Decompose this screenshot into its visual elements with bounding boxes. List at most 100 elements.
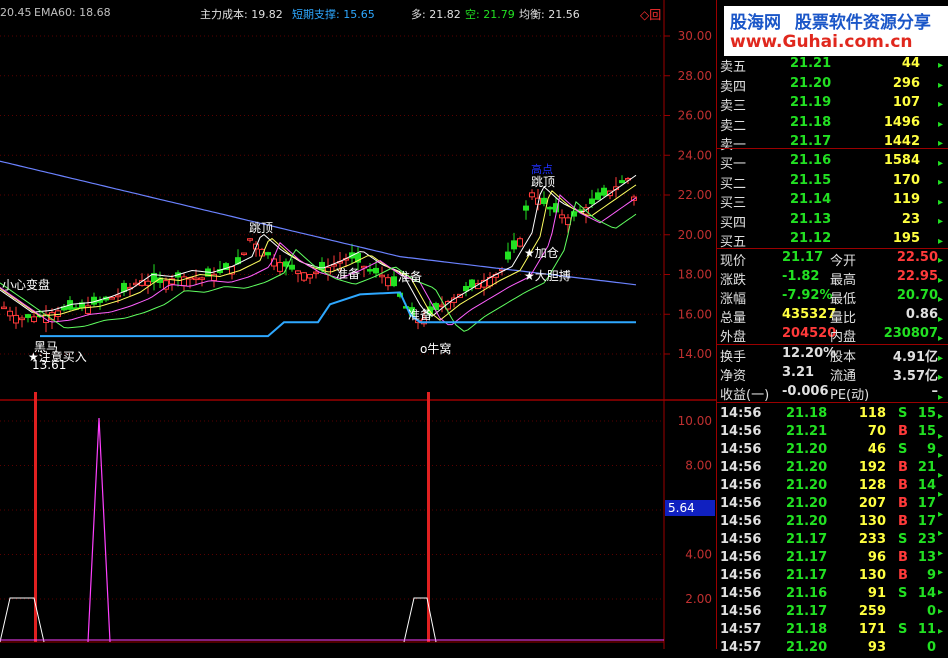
candle-body [1, 306, 7, 310]
tick-price: 21.17 [786, 604, 828, 619]
candle-body [13, 314, 19, 324]
candle-body [295, 270, 301, 274]
candle-body [505, 251, 511, 260]
quote-label-2: PE(动) [830, 388, 870, 403]
tick-count: 17 [917, 514, 936, 529]
candle-body [241, 252, 247, 256]
bid-row: 买二 21.15 170 [718, 172, 944, 192]
signal-prepare-2: 准备 [398, 270, 423, 284]
quote-value-2: 230807 [883, 326, 938, 341]
ask-label: 卖二 [720, 118, 747, 134]
tick-count: 9 [926, 442, 936, 457]
volume-outline [0, 597, 45, 643]
tick-row: 14:56 21.20 46 S 9 [718, 441, 944, 460]
long-value: 多: 21.82 [411, 8, 461, 21]
tick-volume: 118 [858, 406, 886, 421]
signal-prepare-1: 准备 [336, 267, 361, 281]
candle-body [385, 277, 391, 287]
ask-price: 21.17 [790, 134, 832, 149]
bid-row: 买一 21.16 1584 [718, 152, 944, 172]
tick-count: 23 [917, 532, 936, 547]
tick-side: B [898, 568, 908, 583]
watermark-url: www.Guhai.com.cn [730, 32, 913, 52]
tick-price: 21.20 [786, 496, 828, 511]
price-axis-label: 14.00 [678, 347, 712, 361]
candle-body [319, 261, 325, 271]
quote-label: 净资 [720, 369, 747, 384]
tick-time: 14:56 [720, 424, 762, 439]
short-support-line [40, 291, 636, 338]
candle-body [31, 316, 37, 323]
price-axis-label: 18.00 [678, 268, 712, 282]
bid-label: 买三 [720, 196, 747, 211]
main-cost-value: 主力成本: 19.82 [200, 8, 283, 21]
tick-volume: 128 [858, 478, 886, 493]
tick-row: 14:56 21.16 91 S 14 [718, 585, 944, 604]
tick-time: 14:56 [720, 514, 762, 529]
tick-price: 21.20 [786, 442, 828, 457]
tick-price: 21.17 [786, 550, 828, 565]
kline-chart-area[interactable]: 30.00 28.00 26.00 24.00 22.00 20.00 18.00 16.00… [0, 0, 716, 649]
ask-volume: 1496 [883, 114, 920, 130]
tick-side: B [898, 550, 908, 565]
tick-row: 14:56 21.20 192 B 21 [718, 459, 944, 478]
ask-volume: 296 [892, 75, 920, 91]
ask-label: 卖四 [720, 79, 747, 95]
bid-price: 21.12 [790, 231, 832, 246]
quote-value: 435327 [782, 307, 837, 322]
tick-price: 21.18 [786, 622, 828, 637]
quote-label: 现价 [720, 254, 747, 269]
tick-price: 21.20 [786, 514, 828, 529]
quote-row: 现价 21.17 今开 22.50 [718, 249, 944, 269]
tick-count: 21 [917, 460, 936, 475]
tick-volume: 93 [867, 640, 886, 655]
ask-row: 卖五 21.21 44 [718, 55, 944, 75]
tick-price: 21.16 [786, 586, 828, 601]
kline-chart[interactable]: 30.00 28.00 26.00 24.00 22.00 20.00 18.00 16.00… [0, 0, 716, 649]
bid-label: 买一 [720, 157, 747, 172]
candle-body [367, 269, 373, 272]
tick-row: 14:56 21.17 96 B 13 [718, 549, 944, 568]
tick-price: 21.18 [786, 406, 828, 421]
quote-value: 3.21 [782, 365, 815, 380]
ask-row: 卖一 21.17 1442 [718, 133, 944, 153]
candle-body [145, 280, 151, 286]
candle-body [301, 272, 307, 281]
tick-volume: 130 [858, 568, 886, 583]
watermark-slogan: 股票软件资源分享 [794, 13, 931, 33]
candle-body [7, 310, 13, 317]
bid-price: 21.15 [790, 172, 832, 188]
candle-body [247, 238, 253, 241]
ask-volume: 1442 [883, 134, 920, 149]
signal-low-price: 13.61 [32, 358, 67, 372]
signal-top-1: 跳顶 [249, 221, 274, 235]
tick-count: 17 [917, 496, 936, 511]
tick-price: 21.20 [786, 478, 828, 493]
tick-count: 0 [926, 640, 936, 655]
window-restore-icon[interactable]: ◇回 [640, 6, 661, 23]
quote-label: 涨幅 [720, 292, 747, 307]
balance-value: 均衡: 21.56 [519, 8, 580, 21]
bid-volume: 23 [901, 211, 920, 227]
candle-body [181, 276, 187, 287]
tick-volume: 91 [867, 586, 886, 601]
tick-side: B [898, 478, 908, 493]
volume-peak-line [87, 417, 111, 643]
quote-row: 净资 3.21 流通 3.57亿 [718, 364, 944, 384]
candle-body [469, 279, 475, 288]
tick-volume: 233 [858, 532, 886, 547]
candle-body [193, 277, 199, 281]
candle-body [265, 252, 271, 256]
volume-axis-label: 10.00 [678, 414, 712, 428]
tick-volume: 96 [867, 550, 886, 565]
tick-time: 14:56 [720, 442, 762, 457]
ask-volume: 107 [892, 95, 920, 110]
tick-volume: 171 [858, 622, 886, 637]
candle-body [511, 240, 517, 250]
tick-time: 14:56 [720, 550, 762, 565]
candle-body [391, 276, 397, 287]
quote-label: 外盘 [720, 330, 747, 345]
quote-value: 204520 [782, 326, 837, 341]
candle-body [373, 267, 379, 274]
signal-bold-bet: ★大胆搏 [524, 269, 571, 283]
